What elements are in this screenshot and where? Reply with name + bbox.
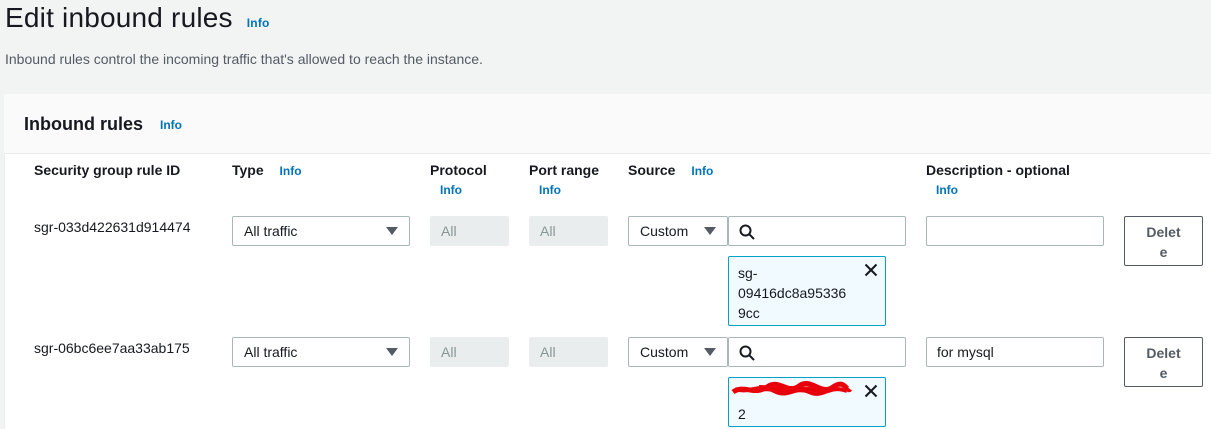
close-icon[interactable] [864, 263, 878, 277]
caret-down-icon [704, 227, 716, 235]
source-type-select[interactable]: Custom [628, 216, 728, 246]
caret-down-icon [386, 227, 398, 235]
port-range-field: All [529, 337, 608, 367]
type-info-link[interactable]: Info [280, 164, 302, 178]
column-header-type-label: Type [232, 162, 264, 178]
panel-title: Inbound rules Info [24, 114, 182, 135]
panel-title-info-link[interactable]: Info [160, 118, 182, 132]
delete-button-label: e [1159, 244, 1168, 260]
source-token: 2 [728, 377, 886, 427]
source-search-input[interactable] [728, 216, 906, 246]
source-token-line: sg- [738, 265, 758, 281]
type-select-value: All traffic [244, 223, 298, 239]
search-icon [739, 345, 755, 361]
protocol-field: All [430, 216, 509, 246]
source-token: sg- 09416dc8a95336 9cc [728, 256, 886, 326]
type-select[interactable]: All traffic [232, 216, 410, 246]
source-search-input[interactable] [728, 337, 906, 367]
column-header-protocol: Protocol [430, 162, 487, 178]
column-header-source: Source Info [628, 162, 713, 178]
page-title-text: Edit inbound rules [5, 2, 233, 33]
redaction-scribble [731, 381, 852, 396]
close-icon[interactable] [864, 384, 878, 398]
page-title: Edit inbound rules Info [5, 2, 270, 34]
inbound-rules-panel-header [4, 94, 1211, 154]
source-token-line: 9cc [738, 305, 760, 321]
rule-id-cell: sgr-06bc6ee7aa33ab175 [34, 340, 190, 356]
delete-button-label: Delet [1146, 345, 1181, 361]
source-type-select[interactable]: Custom [628, 337, 728, 367]
description-info-link[interactable]: Info [936, 183, 958, 197]
column-header-description: Description - optional [926, 162, 1070, 178]
caret-down-icon [704, 348, 716, 356]
source-token-line: 2 [738, 406, 746, 422]
delete-button-label: Delet [1146, 224, 1181, 240]
page-description: Inbound rules control the incoming traff… [5, 51, 483, 67]
description-input[interactable] [926, 216, 1104, 246]
panel-title-text: Inbound rules [24, 114, 143, 134]
rule-id-cell: sgr-033d422631d914474 [34, 219, 191, 235]
source-info-link[interactable]: Info [691, 164, 713, 178]
type-select-value: All traffic [244, 344, 298, 360]
source-type-value: Custom [640, 344, 689, 360]
type-select[interactable]: All traffic [232, 337, 410, 367]
column-header-port-range: Port range [529, 162, 600, 178]
caret-down-icon [386, 348, 398, 356]
port-range-info-link[interactable]: Info [539, 183, 561, 197]
column-header-rule-id: Security group rule ID [34, 162, 181, 178]
protocol-field: All [430, 337, 509, 367]
delete-rule-button[interactable]: Delet e [1124, 216, 1203, 266]
column-header-source-label: Source [628, 162, 676, 178]
column-header-type: Type Info [232, 162, 302, 178]
protocol-info-link[interactable]: Info [440, 183, 462, 197]
port-range-field: All [529, 216, 608, 246]
source-type-value: Custom [640, 223, 689, 239]
delete-button-label: e [1159, 365, 1168, 381]
delete-rule-button[interactable]: Delet e [1124, 337, 1203, 387]
description-input[interactable]: for mysql [926, 337, 1104, 367]
search-icon [739, 224, 755, 240]
source-token-line: 09416dc8a95336 [738, 285, 847, 301]
page-title-info-link[interactable]: Info [247, 16, 270, 30]
